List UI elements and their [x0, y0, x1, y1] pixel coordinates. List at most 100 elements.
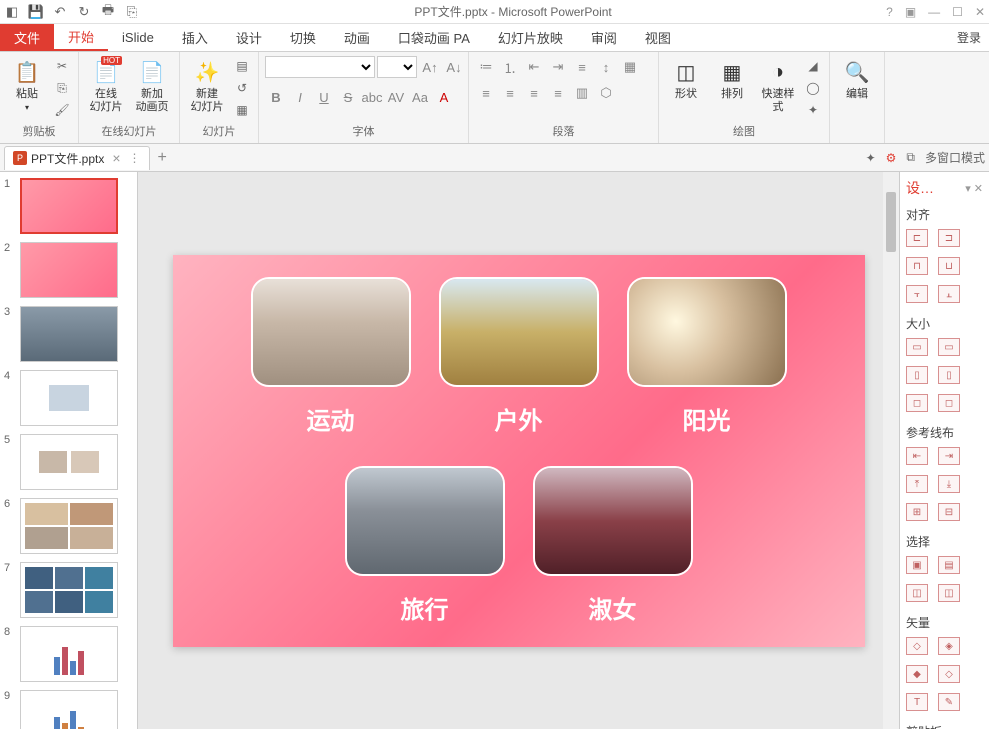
size-icon-5[interactable]: ◻: [906, 394, 928, 412]
maximize-icon[interactable]: ☐: [952, 5, 963, 19]
multi-window-icon[interactable]: ⧉: [906, 150, 915, 165]
online-slides-button[interactable]: 📄HOT 在线 幻灯片: [85, 56, 127, 116]
slide-canvas[interactable]: 运动 户外 阳光 旅行 淑女: [173, 255, 865, 647]
shape-fill-icon[interactable]: ◢: [803, 56, 823, 76]
tab-transitions[interactable]: 切换: [276, 24, 330, 51]
slide-canvas-area[interactable]: 运动 户外 阳光 旅行 淑女: [138, 172, 899, 729]
align-center-h-icon[interactable]: ⫟: [906, 285, 928, 303]
editing-button[interactable]: 🔍 编辑: [836, 56, 878, 103]
size-icon-6[interactable]: ◻: [938, 394, 960, 412]
guide-icon-2[interactable]: ⇥: [938, 447, 960, 465]
slide-thumbnail-5[interactable]: 5: [4, 434, 133, 490]
select-icon-2[interactable]: ▤: [938, 556, 960, 574]
copy-icon[interactable]: ⎘: [52, 78, 72, 98]
underline-button[interactable]: U: [313, 86, 335, 108]
ribbon-toggle-icon[interactable]: ▣: [905, 5, 916, 19]
close-icon[interactable]: ✕: [975, 5, 985, 19]
shape-outline-icon[interactable]: ◯: [803, 78, 823, 98]
size-icon-1[interactable]: ▭: [906, 338, 928, 356]
indent-inc-button[interactable]: ⇥: [547, 56, 569, 78]
guide-icon-4[interactable]: ⤓: [938, 475, 960, 493]
align-text-button[interactable]: ▦: [619, 56, 641, 78]
increase-font-icon[interactable]: A↑: [419, 56, 441, 78]
quick-styles-button[interactable]: ◑ 快速样式: [757, 56, 799, 116]
vector-icon-5[interactable]: T: [906, 693, 928, 711]
star-icon[interactable]: ✦: [866, 151, 876, 165]
tab-pocket-anim[interactable]: 口袋动画 PA: [384, 24, 484, 51]
shadow-button[interactable]: abc: [361, 86, 383, 108]
smartart-button[interactable]: ⬡: [595, 82, 617, 104]
tab-view[interactable]: 视图: [631, 24, 685, 51]
align-left-icon[interactable]: ⊏: [906, 229, 928, 247]
select-icon-3[interactable]: ◫: [906, 584, 928, 602]
slide-thumbnails-panel[interactable]: 1 2 3 4 5 6 7 8: [0, 172, 138, 729]
scroll-thumb[interactable]: [886, 192, 896, 252]
vector-icon-4[interactable]: ◇: [938, 665, 960, 683]
slide-thumbnail-1[interactable]: 1: [4, 178, 133, 234]
image-card-travel[interactable]: 旅行: [345, 466, 505, 625]
shapes-button[interactable]: ◫ 形状: [665, 56, 707, 103]
slide-thumbnail-3[interactable]: 3: [4, 306, 133, 362]
image-card-sports[interactable]: 运动: [251, 277, 411, 436]
layout-icon[interactable]: ▤: [232, 56, 252, 76]
select-icon-4[interactable]: ◫: [938, 584, 960, 602]
slide-thumbnail-4[interactable]: 4: [4, 370, 133, 426]
tab-menu-icon[interactable]: ⋮: [129, 151, 141, 165]
vector-icon-3[interactable]: ◆: [906, 665, 928, 683]
guide-icon-5[interactable]: ⊞: [906, 503, 928, 521]
print-icon[interactable]: 🖶: [100, 4, 116, 20]
image-card-sunshine[interactable]: 阳光: [627, 277, 787, 436]
columns-button[interactable]: ▥: [571, 82, 593, 104]
tab-slideshow[interactable]: 幻灯片放映: [484, 24, 577, 51]
vector-icon-2[interactable]: ◈: [938, 637, 960, 655]
shape-effects-icon[interactable]: ✦: [803, 100, 823, 120]
tab-home[interactable]: 开始: [54, 24, 108, 51]
numbering-button[interactable]: ⒈: [499, 56, 521, 78]
indent-dec-button[interactable]: ⇤: [523, 56, 545, 78]
guide-icon-1[interactable]: ⇤: [906, 447, 928, 465]
qat-icon-6[interactable]: ⎘: [124, 4, 140, 20]
redo-icon[interactable]: ↻: [76, 4, 92, 20]
image-card-outdoor[interactable]: 户外: [439, 277, 599, 436]
strikethrough-button[interactable]: S: [337, 86, 359, 108]
slide-thumbnail-8[interactable]: 8: [4, 626, 133, 682]
slide-thumbnail-7[interactable]: 7: [4, 562, 133, 618]
guide-icon-3[interactable]: ⤒: [906, 475, 928, 493]
arrange-button[interactable]: ▦ 排列: [711, 56, 753, 103]
bullets-button[interactable]: ≔: [475, 56, 497, 78]
new-slide-button[interactable]: ✨ 新建 幻灯片: [186, 56, 228, 116]
spacing-button[interactable]: AV: [385, 86, 407, 108]
tab-design[interactable]: 设计: [222, 24, 276, 51]
text-direction-button[interactable]: ↕: [595, 56, 617, 78]
size-icon-2[interactable]: ▭: [938, 338, 960, 356]
vector-icon-1[interactable]: ◇: [906, 637, 928, 655]
align-bottom-icon[interactable]: ⊔: [938, 257, 960, 275]
font-color-button[interactable]: A: [433, 86, 455, 108]
align-top-icon[interactable]: ⊓: [906, 257, 928, 275]
file-tab[interactable]: 文件: [0, 24, 54, 51]
slide-thumbnail-2[interactable]: 2: [4, 242, 133, 298]
line-spacing-button[interactable]: ≡: [571, 56, 593, 78]
format-painter-icon[interactable]: 🖌: [52, 100, 72, 120]
minimize-icon[interactable]: —: [928, 5, 940, 19]
tab-islide[interactable]: iSlide: [108, 24, 168, 51]
guide-icon-6[interactable]: ⊟: [938, 503, 960, 521]
document-tab[interactable]: P PPT文件.pptx × ⋮: [4, 146, 150, 170]
gear-icon[interactable]: ⚙: [886, 151, 897, 165]
paste-button[interactable]: 📋 粘贴 ▾: [6, 56, 48, 114]
vertical-scrollbar[interactable]: [883, 172, 899, 729]
italic-button[interactable]: I: [289, 86, 311, 108]
multi-window-label[interactable]: 多窗口模式: [925, 149, 985, 166]
tab-insert[interactable]: 插入: [168, 24, 222, 51]
select-icon-1[interactable]: ▣: [906, 556, 928, 574]
tab-review[interactable]: 审阅: [577, 24, 631, 51]
slide-thumbnail-9[interactable]: 9: [4, 690, 133, 729]
font-family-select[interactable]: [265, 56, 375, 78]
reset-icon[interactable]: ↺: [232, 78, 252, 98]
image-card-lady[interactable]: 淑女: [533, 466, 693, 625]
undo-icon[interactable]: ↶: [52, 4, 68, 20]
vector-icon-6[interactable]: ✎: [938, 693, 960, 711]
align-left-button[interactable]: ≡: [475, 82, 497, 104]
slide-thumbnail-6[interactable]: 6: [4, 498, 133, 554]
add-tab-button[interactable]: +: [158, 149, 167, 167]
